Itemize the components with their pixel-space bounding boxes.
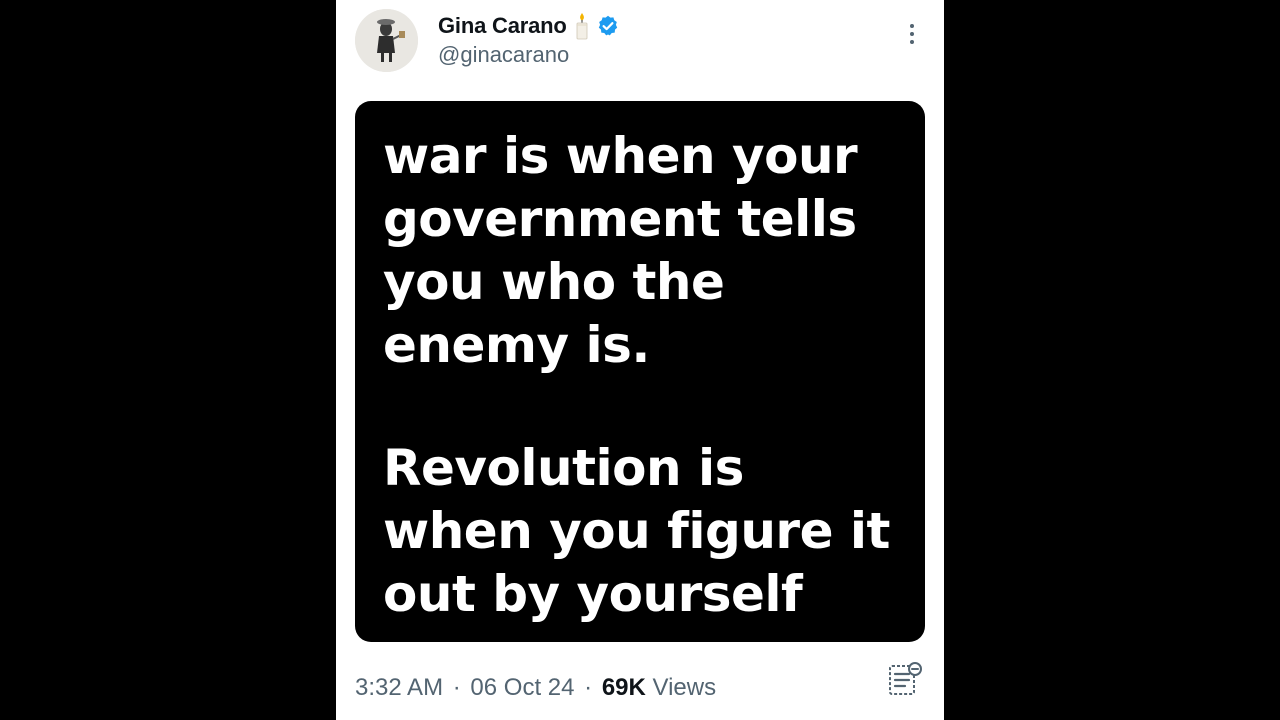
author-name-row: Gina Carano: [438, 10, 619, 42]
candle-icon: [573, 12, 591, 40]
more-options-button[interactable]: [902, 22, 922, 46]
quote-text: war is when your government tells you wh…: [383, 125, 913, 626]
tweet-media-image[interactable]: war is when your government tells you wh…: [355, 101, 925, 642]
tweet-card: Gina Carano @ginacarano war is when your…: [336, 0, 944, 720]
verified-badge-icon: [597, 15, 619, 37]
quote-paragraph-gap: [383, 377, 913, 437]
quote-line: when you figure it: [383, 502, 890, 560]
author-handle[interactable]: @ginacarano: [438, 42, 569, 68]
video-frame: Gina Carano @ginacarano war is when your…: [0, 0, 1280, 720]
quote-line: war is when your: [383, 127, 858, 185]
tweet-time[interactable]: 3:32 AM: [355, 674, 443, 701]
tweet-meta-row: 3:32 AM · 06 Oct 24 · 69K Views: [355, 674, 716, 702]
quote-line: you who the: [383, 253, 725, 311]
tweet-date[interactable]: 06 Oct 24: [470, 674, 574, 701]
quote-line: government tells: [383, 190, 857, 248]
views-count: 69K: [601, 674, 646, 701]
avatar[interactable]: [355, 9, 418, 72]
more-dot-icon: [910, 24, 914, 28]
author-display-name[interactable]: Gina Carano: [438, 13, 567, 39]
views-label: Views: [652, 674, 717, 701]
meta-separator: ·: [452, 674, 461, 701]
more-dot-icon: [910, 32, 914, 36]
analytics-icon[interactable]: [886, 660, 926, 700]
more-dot-icon: [910, 40, 914, 44]
quote-line: Revolution is: [383, 439, 744, 497]
quote-line: enemy is.: [383, 316, 650, 374]
meta-separator: ·: [584, 674, 593, 701]
quote-line: out by yourself: [383, 565, 803, 623]
avatar-image: [355, 9, 418, 72]
